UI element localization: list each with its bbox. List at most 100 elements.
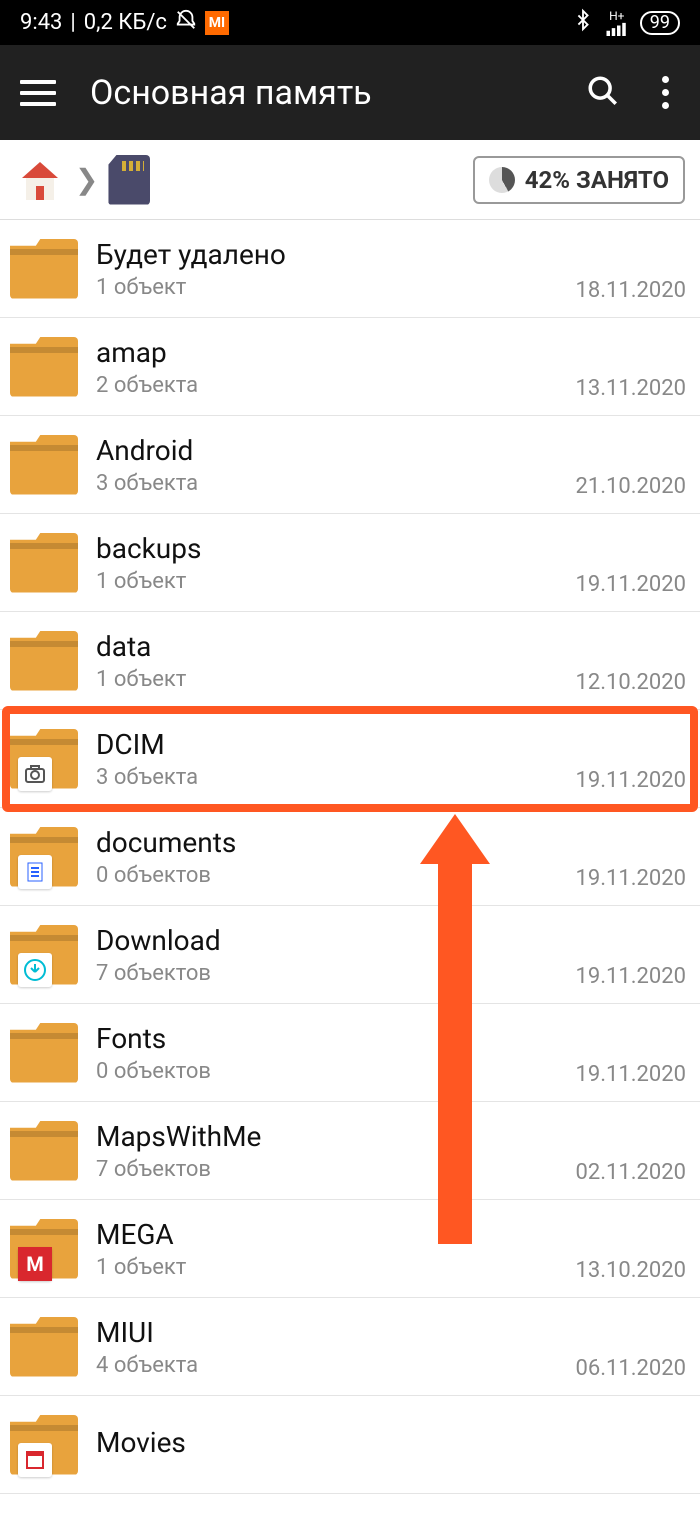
mega-overlay-icon: M <box>18 1247 52 1281</box>
folder-name: MapsWithMe <box>96 1120 575 1153</box>
folder-item[interactable]: MapsWithMe7 объектов02.11.2020 <box>0 1102 700 1200</box>
folder-icon <box>10 1317 78 1377</box>
folder-text: MEGA 1 объект <box>96 1218 575 1280</box>
mute-icon <box>175 9 197 37</box>
folder-text: Movies <box>96 1426 686 1463</box>
folder-date: 13.11.2020 <box>575 376 686 415</box>
folder-icon <box>10 925 78 985</box>
folder-name: data <box>96 630 575 663</box>
folder-text: DCIM 3 объекта <box>96 728 575 790</box>
folder-date: 19.11.2020 <box>575 1062 686 1101</box>
folder-date: 19.11.2020 <box>575 866 686 905</box>
file-list[interactable]: Будет удалено1 объект18.11.2020amap2 объ… <box>0 220 700 1494</box>
folder-subtitle: 0 объектов <box>96 1059 575 1084</box>
folder-text: data 1 объект <box>96 630 575 692</box>
folder-name: MEGA <box>96 1218 575 1251</box>
folder-name: documents <box>96 826 575 859</box>
folder-item[interactable]: DCIM 3 объекта19.11.2020 <box>0 710 700 808</box>
folder-subtitle: 4 объекта <box>96 1353 575 1378</box>
folder-icon <box>10 533 78 593</box>
folder-subtitle: 7 объектов <box>96 1157 575 1182</box>
folder-text: Будет удалено 1 объект <box>96 238 575 300</box>
status-bar: 9:43 | 0,2 КБ/с MI H+ 99 <box>0 0 700 45</box>
folder-icon <box>10 729 78 789</box>
folder-text: backups 1 объект <box>96 532 575 594</box>
folder-subtitle: 3 объекта <box>96 471 575 496</box>
folder-date: 18.11.2020 <box>575 278 686 317</box>
folder-text: amap 2 объекта <box>96 336 575 398</box>
folder-text: documents0 объектов <box>96 826 575 888</box>
folder-item[interactable]: MIUI4 объекта06.11.2020 <box>0 1298 700 1396</box>
folder-date: 12.10.2020 <box>575 670 686 709</box>
folder-name: amap <box>96 336 575 369</box>
folder-text: MIUI4 объекта <box>96 1316 575 1378</box>
folder-icon <box>10 827 78 887</box>
folder-date: 19.11.2020 <box>575 964 686 1003</box>
camera-overlay-icon <box>18 757 52 791</box>
status-left: 9:43 | 0,2 КБ/с MI <box>20 9 229 37</box>
folder-name: Android <box>96 434 575 467</box>
folder-subtitle: 1 объект <box>96 667 575 692</box>
more-options-button[interactable] <box>650 76 680 109</box>
folder-name: Movies <box>96 1426 686 1459</box>
folder-date: 21.10.2020 <box>575 474 686 513</box>
folder-item[interactable]: documents0 объектов19.11.2020 <box>0 808 700 906</box>
folder-subtitle: 1 объект <box>96 569 575 594</box>
network-icon: H+ <box>606 10 628 36</box>
folder-icon <box>10 631 78 691</box>
folder-name: Download <box>96 924 575 957</box>
battery-indicator: 99 <box>640 11 680 35</box>
folder-date: 13.10.2020 <box>575 1258 686 1297</box>
folder-subtitle: 1 объект <box>96 275 575 300</box>
folder-date: 19.11.2020 <box>575 572 686 611</box>
menu-button[interactable] <box>20 73 60 113</box>
folder-text: Fonts0 объектов <box>96 1022 575 1084</box>
folder-item[interactable]: Fonts0 объектов19.11.2020 <box>0 1004 700 1102</box>
folder-item[interactable]: amap 2 объекта13.11.2020 <box>0 318 700 416</box>
folder-item[interactable]: Будет удалено 1 объект18.11.2020 <box>0 220 700 318</box>
folder-icon <box>10 239 78 299</box>
folder-item[interactable]: Android 3 объекта21.10.2020 <box>0 416 700 514</box>
folder-item[interactable]: data 1 объект12.10.2020 <box>0 612 700 710</box>
folder-icon <box>10 1023 78 1083</box>
folder-icon <box>10 337 78 397</box>
search-button[interactable] <box>586 74 620 112</box>
folder-item[interactable]: Movies <box>0 1396 700 1494</box>
folder-text: Download 7 объектов <box>96 924 575 986</box>
folder-item[interactable]: M MEGA 1 объект13.10.2020 <box>0 1200 700 1298</box>
folder-subtitle: 1 объект <box>96 1255 575 1280</box>
chevron-right-icon: ❯ <box>75 163 98 196</box>
folder-subtitle: 2 объекта <box>96 373 575 398</box>
movie-overlay-icon <box>18 1443 52 1477</box>
mi-notification-icon: MI <box>205 11 229 35</box>
folder-date: 19.11.2020 <box>575 768 686 807</box>
breadcrumb: ❯ 42% ЗАНЯТО <box>0 140 700 220</box>
document-overlay-icon <box>18 855 52 889</box>
storage-usage-badge[interactable]: 42% ЗАНЯТО <box>473 156 685 204</box>
folder-text: MapsWithMe 7 объектов <box>96 1120 575 1182</box>
app-bar: Основная память <box>0 45 700 140</box>
page-title: Основная память <box>90 73 586 113</box>
download-overlay-icon <box>18 953 52 987</box>
folder-subtitle: 7 объектов <box>96 961 575 986</box>
storage-usage-label: 42% ЗАНЯТО <box>525 166 669 194</box>
status-speed: 0,2 КБ/с <box>84 10 167 35</box>
home-breadcrumb[interactable] <box>15 155 65 205</box>
sd-card-breadcrumb[interactable] <box>108 155 150 205</box>
folder-icon <box>10 1121 78 1181</box>
status-time: 9:43 <box>20 10 62 35</box>
folder-name: DCIM <box>96 728 575 761</box>
status-right: H+ 99 <box>572 8 680 38</box>
bluetooth-icon <box>572 8 594 38</box>
folder-subtitle: 3 объекта <box>96 765 575 790</box>
folder-icon <box>10 435 78 495</box>
folder-item[interactable]: backups 1 объект19.11.2020 <box>0 514 700 612</box>
folder-item[interactable]: Download 7 объектов19.11.2020 <box>0 906 700 1004</box>
pie-chart-icon <box>489 167 515 193</box>
folder-icon <box>10 1415 78 1475</box>
folder-name: Будет удалено <box>96 238 575 271</box>
status-separator: | <box>70 10 75 35</box>
folder-name: backups <box>96 532 575 565</box>
folder-text: Android 3 объекта <box>96 434 575 496</box>
folder-date: 06.11.2020 <box>575 1356 686 1395</box>
